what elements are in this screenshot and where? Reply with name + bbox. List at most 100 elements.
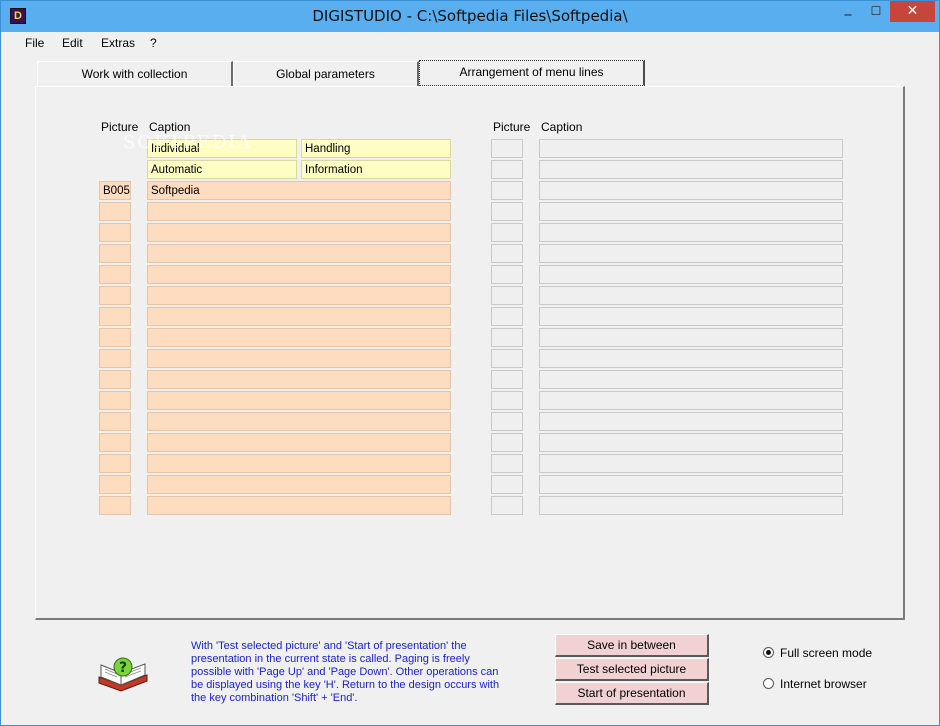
help-book-icon: ?: [98, 657, 148, 692]
right-caption-cell[interactable]: [539, 160, 843, 179]
left-picture-cell[interactable]: [99, 454, 131, 473]
menu-edit[interactable]: Edit: [62, 36, 83, 50]
caption-individual[interactable]: Individual: [147, 139, 297, 158]
right-caption-header: Caption: [541, 120, 583, 134]
right-picture-header: Picture: [493, 120, 531, 134]
right-picture-cell[interactable]: [491, 181, 523, 200]
right-picture-cell[interactable]: [491, 139, 523, 158]
right-picture-cell[interactable]: [491, 328, 523, 347]
right-caption-cell[interactable]: [539, 349, 843, 368]
left-caption-cell[interactable]: [147, 265, 451, 284]
left-caption-cell[interactable]: [147, 370, 451, 389]
left-caption-cell[interactable]: [147, 475, 451, 494]
left-caption-cell[interactable]: [147, 391, 451, 410]
left-picture-cell[interactable]: [99, 223, 131, 242]
full-screen-mode-label: Full screen mode: [780, 646, 873, 660]
right-caption-cell[interactable]: [539, 244, 843, 263]
left-caption-cell[interactable]: [147, 412, 451, 431]
left-picture-cell[interactable]: [99, 265, 131, 284]
left-picture-cell[interactable]: [99, 391, 131, 410]
right-picture-cell[interactable]: [491, 454, 523, 473]
right-picture-cell[interactable]: [491, 265, 523, 284]
menu-help[interactable]: ?: [150, 36, 157, 50]
left-picture-cell[interactable]: [99, 370, 131, 389]
right-caption-cell[interactable]: [539, 328, 843, 347]
start-of-presentation-button[interactable]: Start of presentation: [555, 682, 709, 705]
left-caption-cell[interactable]: [147, 454, 451, 473]
right-picture-cell[interactable]: [491, 349, 523, 368]
tab-work-with-collection[interactable]: Work with collection: [37, 61, 233, 86]
tab-arrangement-of-menu-lines[interactable]: Arrangement of menu lines: [419, 60, 645, 86]
left-caption-cell[interactable]: [147, 223, 451, 242]
menu-file[interactable]: File: [25, 36, 44, 50]
full-screen-mode-radio[interactable]: [763, 647, 774, 658]
left-picture-cell[interactable]: [99, 433, 131, 452]
right-caption-cell[interactable]: [539, 496, 843, 515]
right-picture-cell[interactable]: [491, 286, 523, 305]
right-caption-cell[interactable]: [539, 370, 843, 389]
left-picture-cell[interactable]: [99, 307, 131, 326]
right-picture-cell[interactable]: [491, 307, 523, 326]
maximize-icon[interactable]: ☐: [862, 1, 890, 22]
right-caption-cell[interactable]: [539, 265, 843, 284]
right-picture-cell[interactable]: [491, 496, 523, 515]
right-picture-cell[interactable]: [491, 475, 523, 494]
left-caption-cell[interactable]: [147, 307, 451, 326]
title-bar: D DIGISTUDIO - C:\Softpedia Files\Softpe…: [1, 1, 939, 32]
left-caption-cell[interactable]: [147, 202, 451, 221]
left-picture-cell[interactable]: [99, 286, 131, 305]
left-caption-header: Caption: [149, 120, 191, 134]
left-picture-cell[interactable]: [99, 349, 131, 368]
menu-bar: File Edit Extras ?: [1, 32, 939, 54]
left-caption-cell[interactable]: [147, 433, 451, 452]
svg-text:?: ?: [119, 660, 127, 676]
left-picture-cell[interactable]: [99, 496, 131, 515]
left-caption-cell[interactable]: [147, 244, 451, 263]
right-picture-cell[interactable]: [491, 370, 523, 389]
caption-automatic[interactable]: Automatic: [147, 160, 297, 179]
right-caption-cell[interactable]: [539, 286, 843, 305]
internet-browser-label: Internet browser: [780, 677, 867, 691]
test-selected-picture-button[interactable]: Test selected picture: [555, 658, 709, 681]
right-caption-cell[interactable]: [539, 307, 843, 326]
right-caption-cell[interactable]: [539, 412, 843, 431]
right-picture-cell[interactable]: [491, 391, 523, 410]
left-picture-cell[interactable]: [99, 328, 131, 347]
left-picture-cell[interactable]: [99, 244, 131, 263]
right-caption-cell[interactable]: [539, 454, 843, 473]
left-picture-header: Picture: [101, 120, 139, 134]
right-picture-cell[interactable]: [491, 244, 523, 263]
right-caption-cell[interactable]: [539, 181, 843, 200]
left-picture-cell[interactable]: [99, 412, 131, 431]
right-caption-cell[interactable]: [539, 433, 843, 452]
tab-global-parameters[interactable]: Global parameters: [233, 61, 419, 86]
right-picture-cell[interactable]: [491, 433, 523, 452]
right-picture-cell[interactable]: [491, 412, 523, 431]
left-caption-cell[interactable]: [147, 349, 451, 368]
left-caption-cell[interactable]: [147, 496, 451, 515]
right-caption-cell[interactable]: [539, 475, 843, 494]
left-picture-cell[interactable]: B005: [99, 181, 131, 200]
right-caption-cell[interactable]: [539, 139, 843, 158]
minimize-icon[interactable]: _: [834, 1, 862, 22]
radio-selected-dot: [766, 650, 771, 655]
right-picture-cell[interactable]: [491, 160, 523, 179]
right-picture-cell[interactable]: [491, 223, 523, 242]
left-caption-cell[interactable]: [147, 328, 451, 347]
right-caption-cell[interactable]: [539, 391, 843, 410]
right-picture-cell[interactable]: [491, 202, 523, 221]
left-picture-cell[interactable]: [99, 475, 131, 494]
left-caption-cell[interactable]: Softpedia: [147, 181, 451, 200]
menu-extras[interactable]: Extras: [101, 36, 135, 50]
left-caption-cell[interactable]: [147, 286, 451, 305]
caption-handling[interactable]: Handling: [301, 139, 451, 158]
left-picture-cell[interactable]: [99, 202, 131, 221]
save-in-between-button[interactable]: Save in between: [555, 634, 709, 657]
right-caption-cell[interactable]: [539, 202, 843, 221]
caption-information[interactable]: Information: [301, 160, 451, 179]
right-caption-cell[interactable]: [539, 223, 843, 242]
internet-browser-radio[interactable]: [763, 678, 774, 689]
close-icon[interactable]: ✕: [890, 1, 935, 22]
window-title: DIGISTUDIO - C:\Softpedia Files\Softpedi…: [312, 7, 628, 25]
help-text: With 'Test selected picture' and 'Start …: [191, 640, 500, 704]
